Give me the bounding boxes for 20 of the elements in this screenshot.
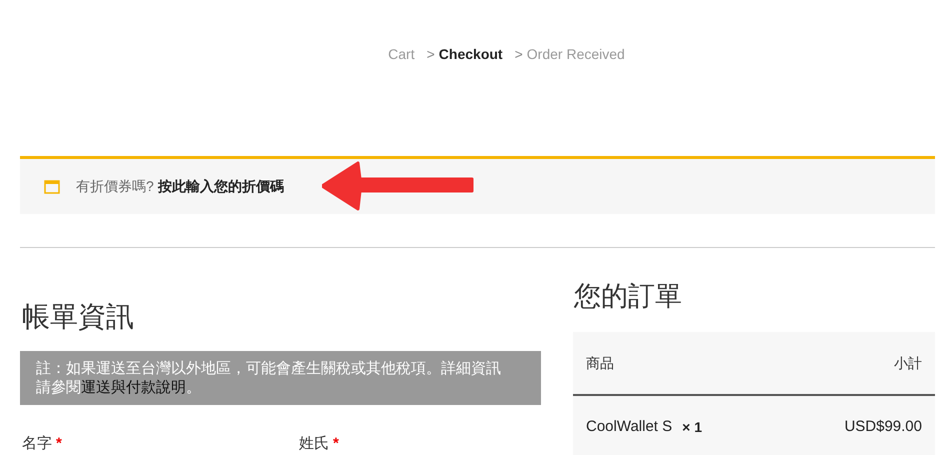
column-header: 商品: [586, 354, 614, 372]
subtotal: USD$99.00: [844, 416, 922, 437]
breadcrumb-separator: >: [426, 45, 435, 64]
column-header: 小計: [894, 354, 922, 372]
section-heading: 您的訂單: [574, 280, 682, 313]
product-quantity: × 1: [682, 418, 702, 436]
coupon-question: 有折價券嗎?: [76, 177, 154, 196]
shipping-info-link[interactable]: 運送與付款說明: [81, 379, 186, 396]
section-heading: 帳單資訊: [22, 300, 134, 334]
window-icon: [44, 180, 60, 194]
field-label: 姓氏 *: [299, 434, 339, 454]
required-mark: *: [333, 435, 339, 452]
breadcrumb-link[interactable]: Checkout: [438, 44, 503, 65]
arrow-icon: [322, 161, 474, 211]
breadcrumb-separator: >: [514, 45, 523, 64]
required-mark: *: [56, 435, 62, 452]
shipping-note: 註：如果運送至台灣以外地區，可能會產生關稅或其他稅項。詳細資訊請參閱運送與付款說明。: [20, 351, 541, 405]
field-label: 名字 *: [22, 434, 62, 454]
coupon-link[interactable]: 按此輸入您的折價碼: [158, 176, 284, 197]
product-name: CoolWallet S: [586, 416, 672, 437]
